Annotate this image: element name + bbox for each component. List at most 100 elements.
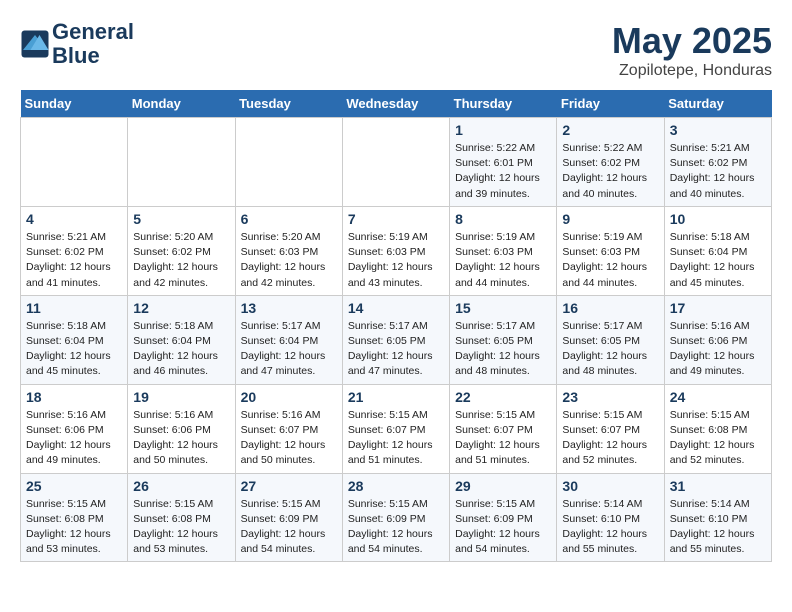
- day-info: Sunrise: 5:17 AMSunset: 6:05 PMDaylight:…: [455, 319, 551, 380]
- day-number: 7: [348, 211, 444, 227]
- weekday-wednesday: Wednesday: [342, 90, 449, 118]
- calendar-body: 1Sunrise: 5:22 AMSunset: 6:01 PMDaylight…: [21, 118, 772, 562]
- day-number: 4: [26, 211, 122, 227]
- calendar-cell: 9Sunrise: 5:19 AMSunset: 6:03 PMDaylight…: [557, 206, 664, 295]
- calendar-cell: 22 Sunrise: 5:15 AMSunset: 6:07 PMDayligh…: [450, 384, 557, 473]
- day-info: Sunrise: 5:15 AMSunset: 6:07 PMDaylight:…: [455, 408, 551, 469]
- day-info: Sunrise: 5:22 AMSunset: 6:01 PMDaylight:…: [455, 141, 551, 202]
- day-number: 21: [348, 389, 444, 405]
- day-number: 20: [241, 389, 337, 405]
- calendar-cell: 19 Sunrise: 5:16 AMSunset: 6:06 PMDayligh…: [128, 384, 235, 473]
- day-number: 3: [670, 122, 766, 138]
- day-number: 2: [562, 122, 658, 138]
- day-number: 13: [241, 300, 337, 316]
- calendar-cell: 8Sunrise: 5:19 AMSunset: 6:03 PMDaylight…: [450, 206, 557, 295]
- calendar-cell: 30 Sunrise: 5:14 AMSunset: 6:10 PMDayligh…: [557, 473, 664, 562]
- calendar-cell: 13 Sunrise: 5:17 AMSunset: 6:04 PMDayligh…: [235, 295, 342, 384]
- day-info: Sunrise: 5:20 AMSunset: 6:03 PMDaylight:…: [241, 230, 337, 291]
- calendar-cell: 6 Sunrise: 5:20 AMSunset: 6:03 PMDaylight…: [235, 206, 342, 295]
- logo-text: General Blue: [52, 20, 134, 68]
- day-number: 30: [562, 478, 658, 494]
- week-row-3: 11 Sunrise: 5:18 AMSunset: 6:04 PMDayligh…: [21, 295, 772, 384]
- day-number: 22: [455, 389, 551, 405]
- day-info: Sunrise: 5:15 AMSunset: 6:08 PMDaylight:…: [26, 497, 122, 558]
- day-info: Sunrise: 5:15 AMSunset: 6:08 PMDaylight:…: [133, 497, 229, 558]
- day-number: 9: [562, 211, 658, 227]
- day-number: 26: [133, 478, 229, 494]
- day-info: Sunrise: 5:16 AMSunset: 6:06 PMDaylight:…: [26, 408, 122, 469]
- calendar-cell: 26 Sunrise: 5:15 AMSunset: 6:08 PMDayligh…: [128, 473, 235, 562]
- day-info: Sunrise: 5:16 AMSunset: 6:06 PMDaylight:…: [133, 408, 229, 469]
- day-number: 16: [562, 300, 658, 316]
- day-number: 11: [26, 300, 122, 316]
- logo-line2: Blue: [52, 43, 100, 68]
- day-info: Sunrise: 5:18 AMSunset: 6:04 PMDaylight:…: [670, 230, 766, 291]
- weekday-tuesday: Tuesday: [235, 90, 342, 118]
- day-number: 27: [241, 478, 337, 494]
- calendar-cell: 7 Sunrise: 5:19 AMSunset: 6:03 PMDaylight…: [342, 206, 449, 295]
- weekday-monday: Monday: [128, 90, 235, 118]
- day-number: 15: [455, 300, 551, 316]
- day-info: Sunrise: 5:15 AMSunset: 6:09 PMDaylight:…: [348, 497, 444, 558]
- calendar-cell: 18Sunrise: 5:16 AMSunset: 6:06 PMDayligh…: [21, 384, 128, 473]
- calendar-cell: 2Sunrise: 5:22 AMSunset: 6:02 PMDaylight…: [557, 118, 664, 207]
- day-number: 12: [133, 300, 229, 316]
- day-info: Sunrise: 5:17 AMSunset: 6:04 PMDaylight:…: [241, 319, 337, 380]
- calendar-cell: 28Sunrise: 5:15 AMSunset: 6:09 PMDayligh…: [342, 473, 449, 562]
- calendar-cell: 27Sunrise: 5:15 AMSunset: 6:09 PMDayligh…: [235, 473, 342, 562]
- week-row-5: 25 Sunrise: 5:15 AMSunset: 6:08 PMDayligh…: [21, 473, 772, 562]
- weekday-saturday: Saturday: [664, 90, 771, 118]
- logo-line1: General: [52, 19, 134, 44]
- day-info: Sunrise: 5:15 AMSunset: 6:08 PMDaylight:…: [670, 408, 766, 469]
- day-number: 31: [670, 478, 766, 494]
- calendar-cell: [21, 118, 128, 207]
- logo: General Blue: [20, 20, 134, 68]
- weekday-header-row: SundayMondayTuesdayWednesdayThursdayFrid…: [21, 90, 772, 118]
- calendar-cell: 5Sunrise: 5:20 AMSunset: 6:02 PMDaylight…: [128, 206, 235, 295]
- calendar-cell: 11 Sunrise: 5:18 AMSunset: 6:04 PMDayligh…: [21, 295, 128, 384]
- day-number: 24: [670, 389, 766, 405]
- day-info: Sunrise: 5:16 AMSunset: 6:06 PMDaylight:…: [670, 319, 766, 380]
- logo-icon: [20, 29, 50, 59]
- weekday-friday: Friday: [557, 90, 664, 118]
- day-info: Sunrise: 5:15 AMSunset: 6:07 PMDaylight:…: [348, 408, 444, 469]
- location: Zopilotepe, Honduras: [612, 62, 772, 80]
- day-number: 23: [562, 389, 658, 405]
- day-info: Sunrise: 5:18 AMSunset: 6:04 PMDaylight:…: [26, 319, 122, 380]
- day-info: Sunrise: 5:19 AMSunset: 6:03 PMDaylight:…: [348, 230, 444, 291]
- calendar-cell: 25 Sunrise: 5:15 AMSunset: 6:08 PMDayligh…: [21, 473, 128, 562]
- day-info: Sunrise: 5:17 AMSunset: 6:05 PMDaylight:…: [348, 319, 444, 380]
- day-info: Sunrise: 5:17 AMSunset: 6:05 PMDaylight:…: [562, 319, 658, 380]
- calendar-cell: 14 Sunrise: 5:17 AMSunset: 6:05 PMDayligh…: [342, 295, 449, 384]
- page-header: General Blue May 2025 Zopilotepe, Hondur…: [20, 20, 772, 80]
- calendar-cell: 23 Sunrise: 5:15 AMSunset: 6:07 PMDayligh…: [557, 384, 664, 473]
- day-number: 19: [133, 389, 229, 405]
- day-info: Sunrise: 5:18 AMSunset: 6:04 PMDaylight:…: [133, 319, 229, 380]
- day-info: Sunrise: 5:15 AMSunset: 6:07 PMDaylight:…: [562, 408, 658, 469]
- calendar-table: SundayMondayTuesdayWednesdayThursdayFrid…: [20, 90, 772, 562]
- calendar-cell: 16 Sunrise: 5:17 AMSunset: 6:05 PMDayligh…: [557, 295, 664, 384]
- day-info: Sunrise: 5:19 AMSunset: 6:03 PMDaylight:…: [455, 230, 551, 291]
- day-number: 14: [348, 300, 444, 316]
- day-info: Sunrise: 5:15 AMSunset: 6:09 PMDaylight:…: [455, 497, 551, 558]
- day-info: Sunrise: 5:21 AMSunset: 6:02 PMDaylight:…: [26, 230, 122, 291]
- calendar-cell: 4 Sunrise: 5:21 AMSunset: 6:02 PMDaylight…: [21, 206, 128, 295]
- calendar-cell: 12 Sunrise: 5:18 AMSunset: 6:04 PMDayligh…: [128, 295, 235, 384]
- calendar-cell: 10Sunrise: 5:18 AMSunset: 6:04 PMDayligh…: [664, 206, 771, 295]
- calendar-cell: 3 Sunrise: 5:21 AMSunset: 6:02 PMDaylight…: [664, 118, 771, 207]
- weekday-thursday: Thursday: [450, 90, 557, 118]
- calendar-cell: 29Sunrise: 5:15 AMSunset: 6:09 PMDayligh…: [450, 473, 557, 562]
- calendar-cell: 21 Sunrise: 5:15 AMSunset: 6:07 PMDayligh…: [342, 384, 449, 473]
- calendar-cell: 31Sunrise: 5:14 AMSunset: 6:10 PMDayligh…: [664, 473, 771, 562]
- month-title: May 2025: [612, 20, 772, 62]
- week-row-4: 18Sunrise: 5:16 AMSunset: 6:06 PMDayligh…: [21, 384, 772, 473]
- calendar-cell: 20Sunrise: 5:16 AMSunset: 6:07 PMDayligh…: [235, 384, 342, 473]
- day-info: Sunrise: 5:21 AMSunset: 6:02 PMDaylight:…: [670, 141, 766, 202]
- day-number: 25: [26, 478, 122, 494]
- calendar-cell: 1Sunrise: 5:22 AMSunset: 6:01 PMDaylight…: [450, 118, 557, 207]
- week-row-2: 4 Sunrise: 5:21 AMSunset: 6:02 PMDaylight…: [21, 206, 772, 295]
- day-info: Sunrise: 5:20 AMSunset: 6:02 PMDaylight:…: [133, 230, 229, 291]
- day-info: Sunrise: 5:14 AMSunset: 6:10 PMDaylight:…: [562, 497, 658, 558]
- day-number: 6: [241, 211, 337, 227]
- title-block: May 2025 Zopilotepe, Honduras: [612, 20, 772, 80]
